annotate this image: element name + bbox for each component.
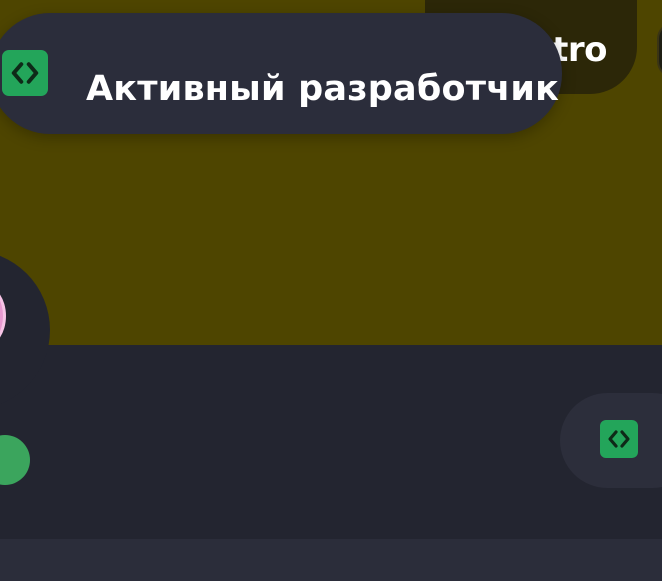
badge-list <box>560 393 662 488</box>
active-developer-icon <box>2 50 48 96</box>
profile-footer-strip <box>0 539 662 581</box>
badge-tooltip: Активный разработчик <box>0 13 562 134</box>
profile-popout: tro Активный разработчик <box>0 0 662 581</box>
tooltip-label: Активный разработчик <box>86 69 560 109</box>
active-developer-icon[interactable] <box>600 420 638 458</box>
